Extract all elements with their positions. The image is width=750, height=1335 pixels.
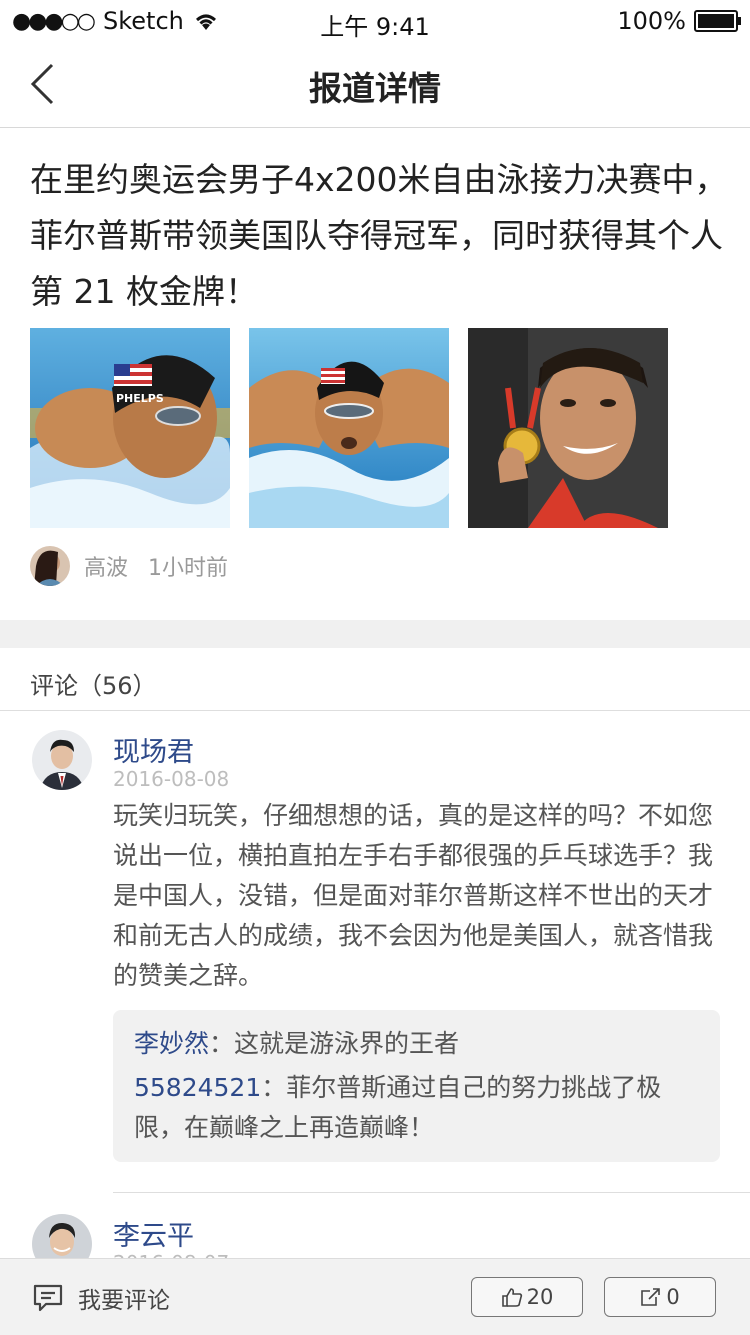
comments-count-label: 评论（56） (30, 672, 157, 700)
comment-divider (113, 1192, 750, 1193)
svg-text:PHELPS: PHELPS (116, 392, 164, 405)
photo-gold-medal[interactable] (468, 328, 668, 528)
comment-text: 玩笑归玩笑，仔细想想的话，真的是这样的吗？不如您说出一位，横拍直拍左手右手都很强… (113, 801, 714, 990)
page-title: 报道详情 (309, 69, 441, 108)
article-meta: 高波 1小时前 (30, 546, 228, 586)
commenter-name[interactable]: 李云平 (113, 1214, 194, 1253)
share-count: 0 (666, 1285, 680, 1309)
author-name[interactable]: 高波 (84, 550, 128, 582)
section-divider (0, 620, 750, 648)
reply-separator: ： (261, 1073, 287, 1102)
commenter-name[interactable]: 现场君 (113, 730, 194, 769)
comments-header: 评论（56） (0, 648, 750, 711)
article-headline: 在里约奥运会男子4x200米自由泳接力决赛中，菲尔普斯带领美国队夺得冠军，同时获… (30, 160, 728, 311)
like-button[interactable]: 20 (471, 1277, 583, 1317)
reply-text: 这就是游泳界的王者 (234, 1029, 460, 1058)
photo-swimmer-closeup[interactable]: PHELPS (30, 328, 230, 528)
photo-gallery: PHELPS (30, 328, 687, 528)
author-avatar[interactable] (30, 546, 70, 586)
reply-list: 李妙然：这就是游泳界的王者 55824521：菲尔普斯通过自己的努力挑战了极限，… (113, 1010, 720, 1162)
write-comment-label: 我要评论 (78, 1288, 170, 1314)
reply-separator: ： (209, 1029, 235, 1058)
publish-time: 1小时前 (148, 556, 229, 581)
write-comment-button[interactable]: 我要评论 (32, 1281, 170, 1315)
comment-icon (33, 1284, 63, 1312)
share-button[interactable]: 0 (604, 1277, 716, 1317)
thumbs-up-icon (501, 1288, 522, 1307)
navigation-bar: 报道详情 (0, 40, 750, 128)
share-icon (641, 1288, 661, 1306)
comment-date: 2016-08-08 (113, 767, 230, 791)
photo-swimmer-butterfly[interactable] (249, 328, 449, 528)
status-bar: ●●●○○ Sketch 上午 9:41 100% (0, 0, 750, 41)
reply-item[interactable]: 李妙然：这就是游泳界的王者 (134, 1024, 699, 1064)
battery-indicator: 100% (617, 7, 741, 35)
battery-percent: 100% (617, 7, 686, 35)
reply-author[interactable]: 李妙然 (134, 1029, 209, 1058)
bottom-action-bar: 我要评论 20 0 (0, 1258, 750, 1335)
reply-author[interactable]: 55824521 (134, 1073, 261, 1102)
avatar[interactable] (32, 730, 92, 790)
reply-item[interactable]: 55824521：菲尔普斯通过自己的努力挑战了极限，在巅峰之上再造巅峰！ (134, 1068, 699, 1148)
like-count: 20 (526, 1285, 554, 1309)
battery-icon (694, 10, 741, 32)
